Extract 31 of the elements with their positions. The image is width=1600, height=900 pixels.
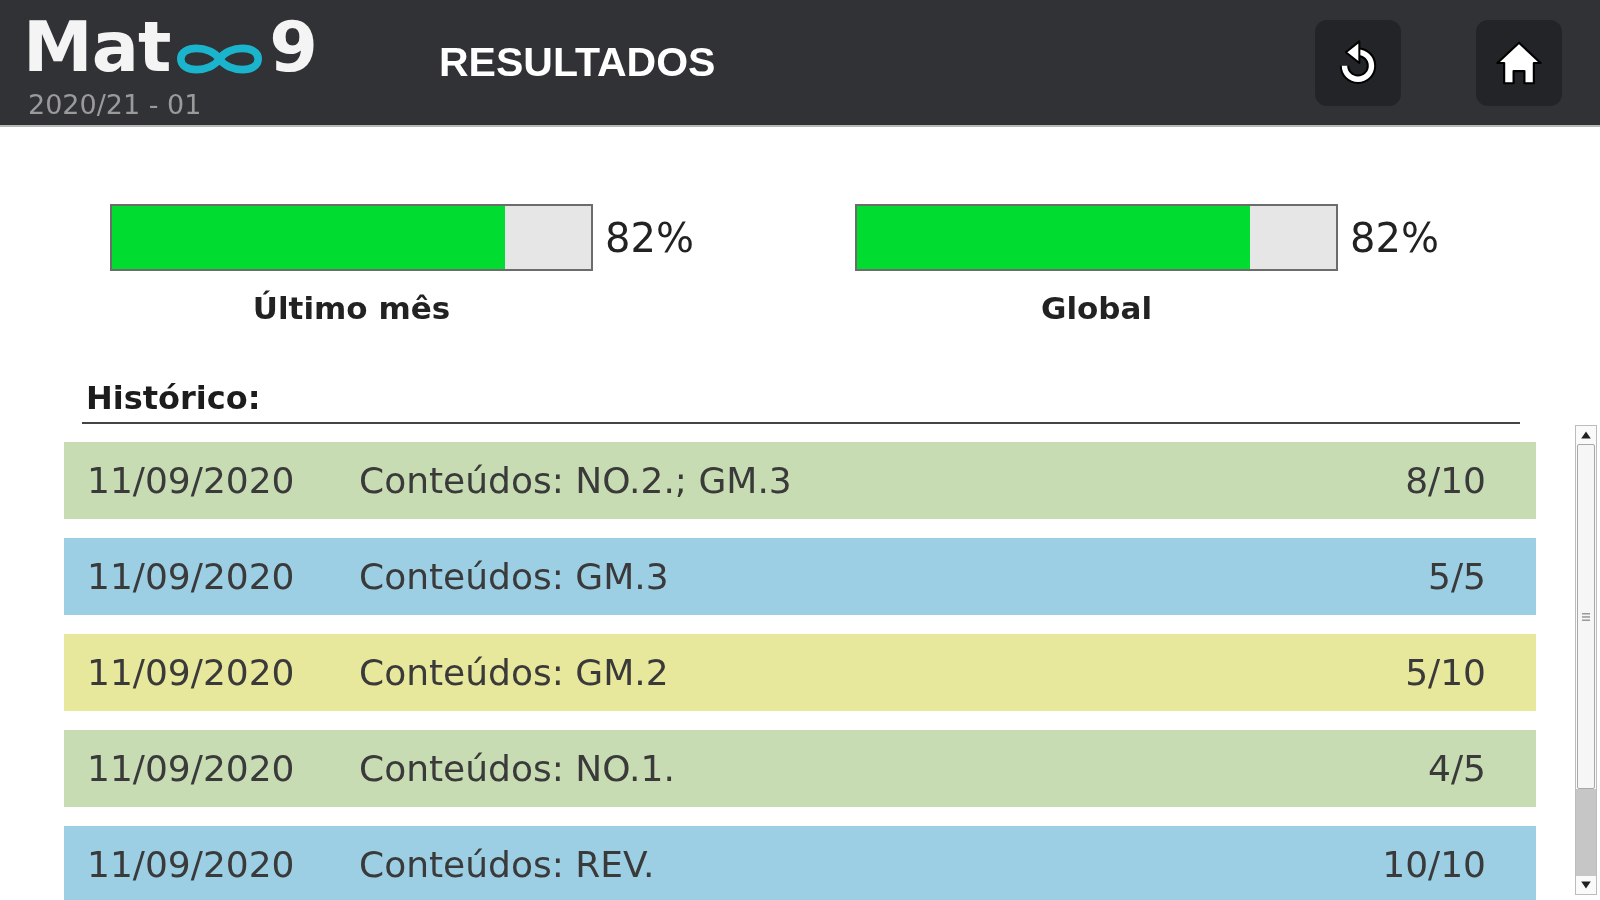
progress-label: Último mês (252, 290, 451, 326)
scrollbar-thumb[interactable] (1577, 444, 1595, 789)
row-content: Conteúdos: NO.2.; GM.3 (359, 460, 792, 501)
row-date: 11/09/2020 (87, 556, 296, 597)
row-content: Conteúdos: NO.1. (359, 748, 675, 789)
refresh-button[interactable] (1315, 19, 1401, 106)
row-date: 11/09/2020 (87, 460, 296, 501)
row-date: 11/09/2020 (87, 844, 296, 885)
row-score: 4/5 (1428, 748, 1486, 789)
session-label: 2020/21 - 01 (28, 90, 202, 120)
row-score: 10/10 (1382, 844, 1486, 885)
scroll-down-icon[interactable] (1580, 880, 1592, 890)
progress-reading: 82% (605, 214, 694, 261)
row-date: 11/09/2020 (87, 652, 296, 693)
logo-text: 9 (269, 12, 318, 82)
progress-reading: 82% (1350, 214, 1439, 261)
row-content: Conteúdos: REV. (359, 844, 655, 885)
row-score: 8/10 (1405, 460, 1486, 501)
history-title: Histórico: (86, 379, 261, 417)
grip-icon (1582, 612, 1590, 621)
row-content: Conteúdos: GM.2 (359, 652, 669, 693)
home-button[interactable] (1476, 19, 1562, 106)
row-date: 11/09/2020 (87, 748, 296, 789)
page-title: RESULTADOS (439, 39, 716, 86)
row-content: Conteúdos: GM.3 (359, 556, 669, 597)
row-score: 5/10 (1405, 652, 1486, 693)
row-score: 5/5 (1428, 556, 1486, 597)
logo-text: Mat (23, 12, 171, 82)
progress-label: Global (1040, 290, 1153, 326)
scroll-up-icon[interactable] (1580, 430, 1592, 440)
scrollbar[interactable] (1575, 425, 1597, 895)
